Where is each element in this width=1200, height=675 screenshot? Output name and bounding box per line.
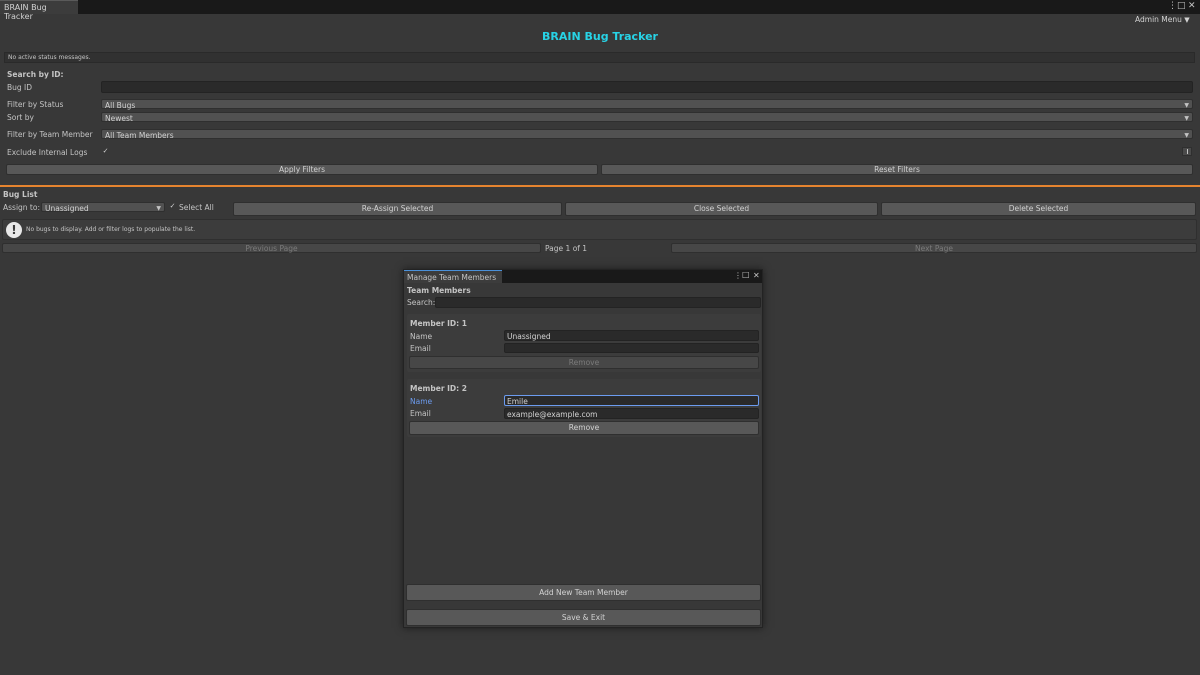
bug-list-label: Bug List — [3, 190, 38, 199]
reset-filters-button[interactable]: Reset Filters — [601, 164, 1193, 175]
maximize-icon[interactable]: □ — [1177, 1, 1186, 11]
status-bar: No active status messages. — [4, 52, 1195, 63]
dropdown-arrow-icon: ▼ — [1184, 16, 1190, 24]
info-icon: ! — [6, 222, 22, 238]
assign-to-label: Assign to: — [3, 203, 40, 212]
next-page-button[interactable]: Next Page — [671, 243, 1197, 253]
member-heading: Member ID: 2 — [410, 384, 467, 393]
member-name-label: Name — [410, 332, 433, 341]
add-team-member-button[interactable]: Add New Team Member — [406, 584, 761, 601]
previous-page-button[interactable]: Previous Page — [2, 243, 541, 253]
exclude-internal-label: Exclude Internal Logs — [7, 148, 88, 157]
bug-id-input[interactable] — [101, 81, 1193, 93]
window-tab[interactable]: BRAIN Bug Tracker — [0, 0, 78, 21]
sort-by-label: Sort by — [7, 113, 34, 122]
dialog-tab[interactable]: Manage Team Members — [404, 270, 502, 283]
member-name-input[interactable]: Unassigned — [504, 330, 759, 341]
select-all-label: Select All — [179, 203, 214, 212]
sort-by-dropdown[interactable]: Newest ▼ — [101, 112, 1193, 123]
close-selected-button[interactable]: Close Selected — [565, 202, 878, 216]
member-email-input[interactable] — [504, 343, 759, 353]
reassign-selected-button[interactable]: Re-Assign Selected — [233, 202, 562, 216]
filter-team-member-dropdown[interactable]: All Team Members ▼ — [101, 129, 1193, 140]
empty-list-message: No bugs to display. Add or filter logs t… — [26, 226, 196, 233]
manage-team-members-dialog: Manage Team Members ⋮ □ ✕ Team Members S… — [403, 269, 763, 628]
filter-status-label: Filter by Status — [7, 100, 64, 109]
info-toggle-icon[interactable] — [1182, 147, 1192, 156]
dropdown-arrow-icon: ▼ — [1184, 102, 1189, 109]
filter-status-dropdown[interactable]: All Bugs ▼ — [101, 99, 1193, 110]
member-heading: Member ID: 1 — [410, 319, 467, 328]
dropdown-arrow-icon: ▼ — [1184, 115, 1189, 122]
remove-member-button[interactable]: Remove — [409, 356, 759, 369]
delete-selected-button[interactable]: Delete Selected — [881, 202, 1196, 216]
page-indicator: Page 1 of 1 — [545, 244, 588, 253]
close-icon[interactable]: ✕ — [1188, 1, 1196, 11]
remove-member-button[interactable]: Remove — [409, 421, 759, 435]
close-icon[interactable]: ✕ — [753, 271, 760, 280]
more-menu-icon[interactable]: ⋮ — [734, 271, 742, 280]
filter-status-value: All Bugs — [105, 101, 136, 110]
member-name-label: Name — [410, 397, 433, 406]
status-message: No active status messages. — [8, 54, 91, 61]
dialog-tab-bar: Manage Team Members ⋮ □ ✕ — [404, 270, 762, 283]
admin-menu-label: Admin Menu — [1135, 15, 1182, 24]
search-label: Search: — [407, 298, 436, 307]
member-email-input[interactable]: example@example.com — [504, 408, 759, 419]
save-exit-button[interactable]: Save & Exit — [406, 609, 761, 626]
more-menu-icon[interactable]: ⋮ — [1168, 1, 1177, 11]
member-name-input[interactable]: Emile — [504, 395, 759, 406]
window-tab-bar: BRAIN Bug Tracker ⋮ □ ✕ — [0, 0, 1200, 21]
assign-to-dropdown[interactable]: Unassigned ▼ — [41, 202, 165, 213]
filter-team-member-value: All Team Members — [105, 131, 174, 140]
admin-menu[interactable]: Admin Menu ▼ — [1135, 15, 1199, 25]
sort-by-value: Newest — [105, 114, 133, 123]
section-separator — [0, 185, 1200, 187]
member-search-input[interactable] — [435, 297, 761, 308]
member-card: Member ID: 1 Name Unassigned Email Remov… — [407, 314, 761, 372]
member-card: Member ID: 2 Name Emile Email example@ex… — [407, 379, 761, 437]
apply-filters-button[interactable]: Apply Filters — [6, 164, 598, 175]
select-all-checkbox[interactable]: ✓ — [168, 202, 177, 211]
dropdown-arrow-icon: ▼ — [1184, 132, 1189, 139]
team-members-label: Team Members — [407, 286, 471, 295]
assign-to-value: Unassigned — [45, 204, 89, 213]
exclude-internal-checkbox[interactable]: ✓ — [101, 147, 110, 156]
bug-list-empty-box: ! No bugs to display. Add or filter logs… — [2, 219, 1197, 240]
maximize-icon[interactable]: □ — [742, 270, 750, 279]
page-title: BRAIN Bug Tracker — [542, 30, 658, 43]
bug-id-label: Bug ID — [7, 83, 33, 92]
member-email-label: Email — [410, 409, 431, 418]
filter-team-member-label: Filter by Team Member — [7, 130, 93, 139]
dropdown-arrow-icon: ▼ — [156, 205, 161, 212]
search-section-label: Search by ID: — [7, 70, 64, 79]
member-email-label: Email — [410, 344, 431, 353]
